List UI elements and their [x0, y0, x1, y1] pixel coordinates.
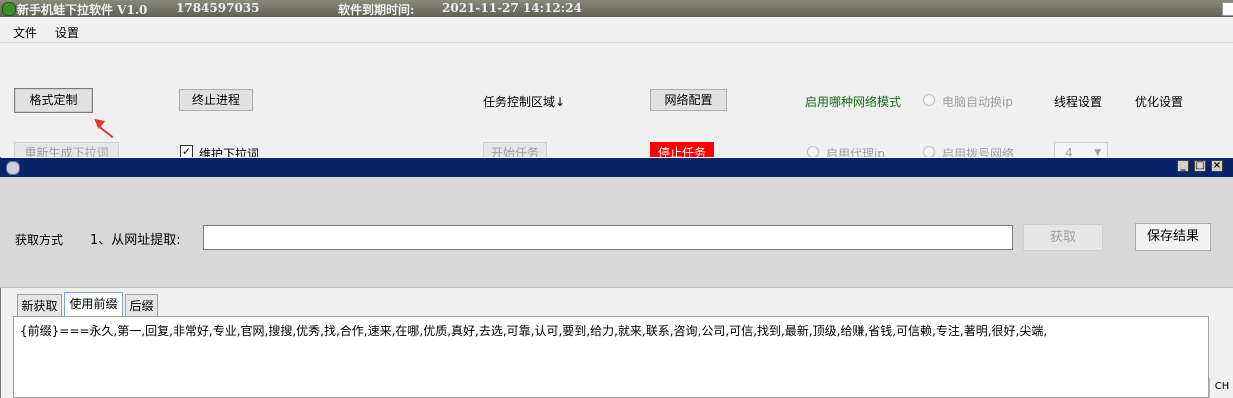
fetch-button[interactable]: 获取: [1023, 224, 1103, 251]
optimize-settings-link[interactable]: 优化设置: [1135, 93, 1183, 110]
network-config-button[interactable]: 网络配置: [650, 89, 727, 111]
menu-divider: [0, 42, 1233, 43]
menu-settings[interactable]: 设置: [55, 24, 79, 41]
expire-label: 软件到期时间:: [338, 3, 415, 17]
save-results-button[interactable]: 保存结果: [1135, 223, 1211, 251]
app-title: 新手机蛙下拉软件 V1.0: [17, 3, 148, 17]
thread-settings-link[interactable]: 线程设置: [1054, 93, 1102, 110]
tab-use-prefix[interactable]: 使用前缀: [64, 292, 123, 317]
tab-suffix[interactable]: 后缀: [125, 294, 158, 316]
child-app-icon: [6, 161, 20, 175]
auto-ip-radio[interactable]: [923, 94, 935, 106]
maximize-icon[interactable]: □: [1194, 160, 1206, 172]
stop-process-button[interactable]: 终止进程: [179, 89, 253, 111]
from-url-label: 1、从网址提取:: [90, 233, 181, 248]
minimize-icon[interactable]: _: [1177, 160, 1189, 172]
child-close-icon[interactable]: ×: [1211, 160, 1223, 172]
format-custom-button[interactable]: 格式定制: [14, 88, 93, 113]
menu-file[interactable]: 文件: [13, 24, 37, 41]
expire-value: 2021-11-27 14:12:24: [442, 1, 582, 15]
child-title-bar: [0, 158, 1233, 177]
red-arrow-icon: [90, 114, 106, 130]
ime-indicator: CH: [1209, 378, 1233, 398]
prefix-content: {前缀}===永久,第一,回复,非常好,专业,官网,搜搜,优秀,找,合作,速来,…: [20, 324, 1048, 338]
fetch-method-label: 获取方式: [15, 233, 64, 247]
network-mode-label: 启用哪种网络模式: [805, 95, 902, 109]
window-close-icon[interactable]: [1222, 2, 1233, 16]
task-area-label: 任务控制区域↓: [483, 95, 566, 109]
auto-ip-label: 电脑自动换ip: [942, 95, 1013, 109]
frog-logo-icon: [2, 2, 16, 16]
user-id: 1784597035: [176, 1, 260, 15]
url-input[interactable]: [203, 225, 1013, 250]
app-title-bar: 新手机蛙下拉软件 V1.0 1784597035 软件到期时间: 2021-11…: [0, 0, 1233, 17]
tab-new-fetch[interactable]: 新获取: [17, 294, 62, 316]
